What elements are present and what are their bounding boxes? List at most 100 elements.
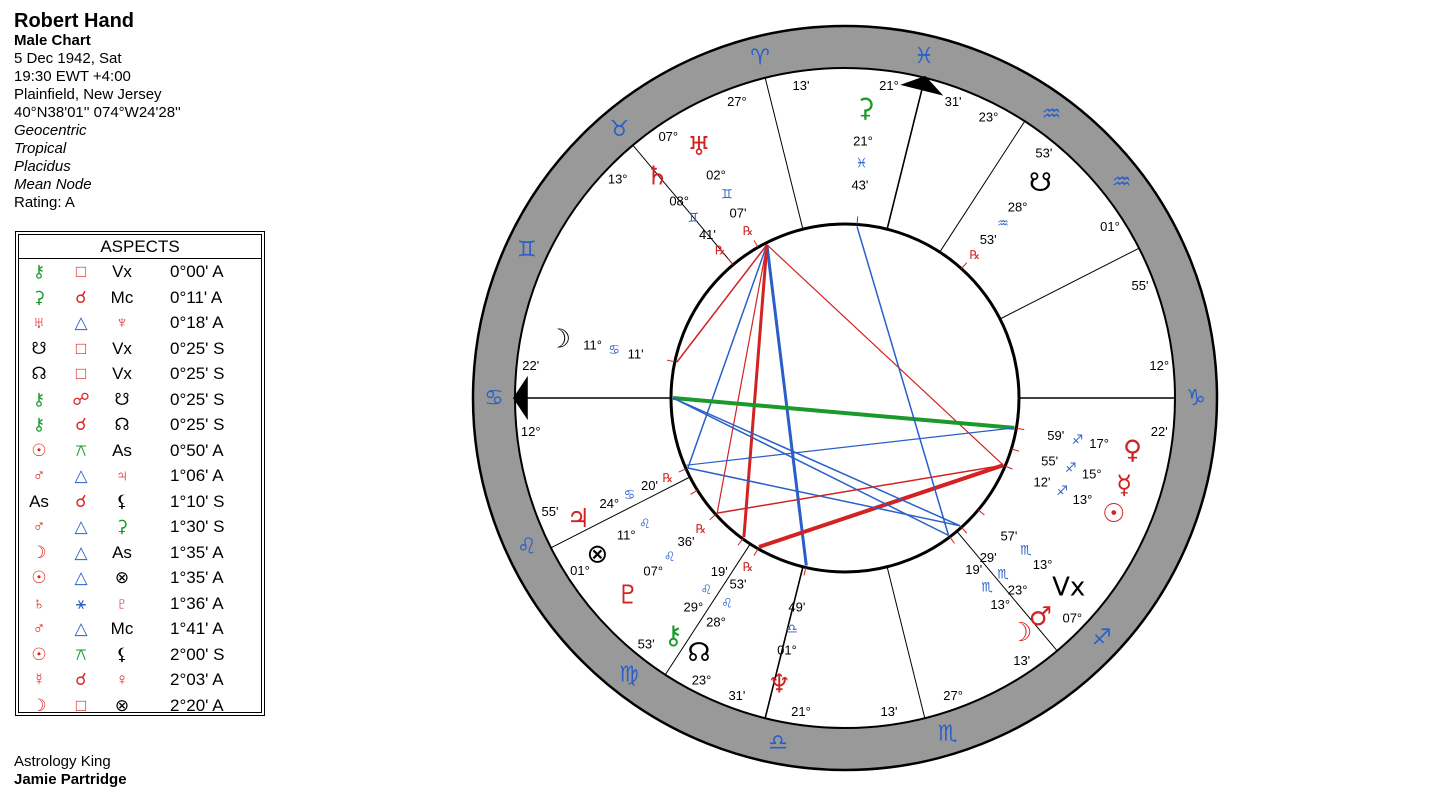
planet-icon: ♆ (768, 670, 791, 700)
cusp-minute-label: 31' (945, 94, 962, 109)
aspect-orb: 2°03' A (170, 670, 224, 689)
planet-tick (977, 509, 985, 516)
aspect-planet-2: ⚳ (115, 517, 129, 536)
planet-minute: 11' (628, 347, 644, 362)
aspect-planet-1: ☉ (31, 440, 47, 460)
aspect-planet-1: ♄ (32, 593, 46, 613)
planet-sign-icon: ♐ (1072, 433, 1084, 448)
cusp-minute-label: 53' (1035, 145, 1052, 160)
aspect-planet-1: ⚷ (32, 389, 46, 409)
planet-minute: 41' (699, 227, 716, 242)
house-cusp-line (886, 77, 926, 230)
aspect-planet-2: As (112, 440, 132, 460)
planet-minute: 53' (980, 232, 997, 247)
planet-icon: ☉ (1102, 499, 1125, 529)
planet-minute: 19' (711, 564, 728, 579)
aspect-planet-1: ♂ (32, 466, 46, 485)
planet-sign-icon: ♋ (608, 343, 620, 358)
credit-author: Jamie Partridge (14, 771, 127, 788)
aspect-orb: 0°50' A (170, 440, 224, 460)
aspect-orb: 0°11' A (170, 287, 223, 307)
retrograde-icon: ℞ (695, 522, 706, 536)
planet-degree: 08° (669, 193, 689, 208)
planet-degree: 02° (706, 168, 726, 183)
house-cusp-line (886, 566, 926, 719)
planet-icon: ☋ (1029, 168, 1052, 198)
planet-sign-icon: ♌ (721, 596, 733, 611)
planet-tick (961, 526, 968, 534)
aspect-rows: ⚷ □ Vx 0°00' A ⚳ ☌ Mc 0°11' A ♅ △ ♆ 0°18' A ☋ □ Vx 0°25… (16, 259, 264, 718)
zodiac-sign-icon: ♐ (1092, 625, 1112, 650)
option-mean-node: Mean Node (14, 176, 92, 193)
retrograde-icon: ℞ (743, 224, 754, 238)
aspect-orb: 0°25' S (170, 415, 225, 434)
aspect-type-icon: □ (75, 695, 87, 715)
cusp-minute-label: 07° (658, 129, 678, 144)
aspect-type-icon: □ (75, 338, 87, 358)
aspect-planet-2: Vx (112, 338, 132, 358)
planet-icon: ♀ (1123, 436, 1142, 466)
aspect-planet-1: ☽ (31, 542, 47, 562)
aspect-type-icon: □ (75, 364, 87, 383)
planet-tick (753, 548, 759, 556)
retrograde-icon: ℞ (715, 243, 726, 257)
zodiac-sign-icon: ♋ (484, 386, 504, 411)
zodiac-sign-icon: ♒ (1112, 170, 1132, 195)
cusp-minute-label: 31' (728, 688, 745, 703)
aspect-planet-1: ☉ (31, 644, 47, 664)
credit: Astrology King Jamie Partridge (14, 753, 127, 789)
aspect-row: ⚷ ☍ ☋ 0°25' S (16, 387, 264, 413)
zodiac-sign-icon: ♉ (610, 117, 630, 142)
house-cusp-line (999, 247, 1140, 320)
aspect-orb: 1°06' A (170, 466, 224, 485)
aspect-type-icon: ⚻ (75, 440, 87, 460)
cusp-degree-label: 27° (727, 94, 747, 109)
aspect-planet-1: ☊ (31, 364, 47, 383)
aspect-row: ♅ △ ♆ 0°18' A (16, 310, 264, 336)
aspect-row: ☉ △ ⊗ 1°35' A (16, 565, 264, 591)
aspect-type-icon: □ (75, 262, 87, 281)
aspect-orb: 2°20' A (170, 695, 224, 715)
aspect-planet-2: ⊗ (114, 695, 130, 715)
aspect-planet-2: ♇ (115, 593, 129, 613)
zodiac-sign-icon: ♈ (750, 45, 770, 70)
zodiac-sign-icon: ♍ (619, 663, 639, 688)
aspect-orb: 0°00' A (170, 262, 224, 281)
cusp-minute-label: 13' (881, 704, 898, 719)
planet-sign-icon: ♐ (1056, 484, 1068, 499)
planet-icon: ⊗ (586, 540, 608, 570)
cusp-degree-label: 23° (979, 109, 999, 124)
aspect-orb: 0°25' S (170, 338, 225, 358)
planet-minute: 07' (730, 206, 747, 221)
aspect-row: ☊ □ Vx 0°25' S (16, 361, 264, 387)
aspect-orb: 1°36' A (170, 593, 224, 613)
zodiac-sign-icon: ♑ (1186, 386, 1206, 411)
planet-icon: ♇ (616, 580, 639, 610)
aspect-planet-2: ⚸ (115, 491, 129, 511)
zodiac-sign-icon: ♏ (938, 722, 958, 747)
aspect-type-icon: ☌ (75, 491, 87, 511)
planet-icon: ♂ (1029, 602, 1052, 632)
cusp-degree-label: 01° (1100, 219, 1120, 234)
planet-degree: 23° (1008, 583, 1028, 598)
aspect-row: ⚳ ☌ Mc 0°11' A (16, 285, 264, 311)
aspect-type-icon: △ (74, 568, 88, 587)
planet-tick (949, 536, 955, 544)
planet-icon: ☽ (548, 324, 571, 354)
retrograde-icon: ℞ (969, 248, 980, 262)
cusp-degree-label: 21° (791, 704, 811, 719)
aspect-planet-1: ♂ (32, 619, 46, 638)
planet-icon: ♄ (646, 161, 669, 191)
wheel-rings (471, 24, 1219, 772)
zodiac-sign-icon: ♊ (517, 238, 537, 263)
rating: Rating: A (14, 194, 75, 211)
planet-minute: 53' (730, 576, 747, 591)
cusp-degree-label: 13° (608, 171, 628, 186)
retrograde-icon: ℞ (662, 471, 673, 485)
aspect-planet-1: As (29, 491, 49, 511)
planet-minute: 49' (788, 600, 805, 615)
planet-degree: 01° (777, 642, 797, 657)
retrograde-icon: ℞ (743, 560, 754, 574)
planet-sign-icon: ♏ (997, 567, 1009, 582)
aspect-orb: 2°00' S (170, 644, 225, 664)
